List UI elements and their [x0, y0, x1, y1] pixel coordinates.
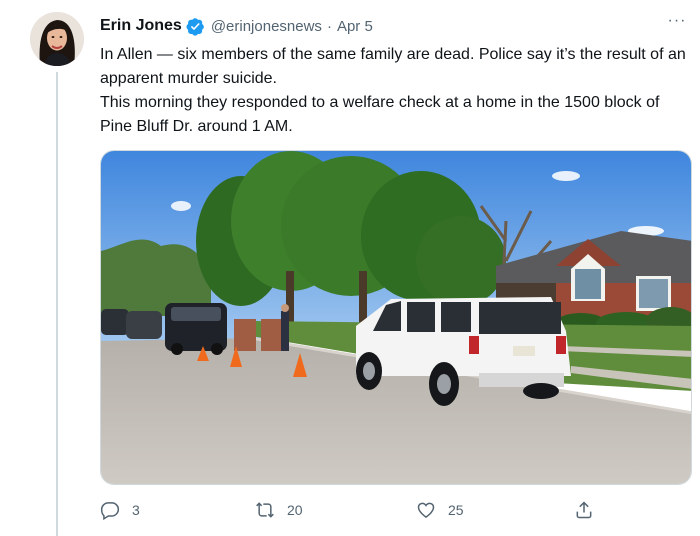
- verified-badge-icon: [186, 17, 204, 36]
- handle[interactable]: @erinjonesnews: [211, 18, 322, 35]
- heart-icon: [417, 502, 435, 518]
- tweet-text-line-2: This morning they responded to a welfare…: [100, 94, 660, 135]
- retweet-button[interactable]: 20: [255, 497, 303, 523]
- tweet-header: Erin Jones @erinjonesnews · Apr 5: [100, 14, 373, 38]
- avatar-image: [30, 12, 84, 66]
- like-button[interactable]: 25: [416, 497, 464, 523]
- tweet-date[interactable]: Apr 5: [337, 18, 373, 35]
- reply-count: 3: [132, 502, 140, 518]
- tweet-text: In Allen — six members of the same famil…: [100, 43, 694, 139]
- retweet-count: 20: [287, 502, 303, 518]
- avatar[interactable]: [30, 12, 84, 66]
- street-scene-image: [101, 151, 691, 484]
- like-count: 25: [448, 502, 464, 518]
- share-button[interactable]: [574, 497, 606, 523]
- tweet[interactable]: Erin Jones @erinjonesnews · Apr 5 ··· In…: [0, 0, 700, 536]
- thread-line: [56, 72, 58, 536]
- share-icon: [576, 501, 592, 519]
- tweet-text-line-1: In Allen — six members of the same famil…: [100, 46, 686, 87]
- display-name[interactable]: Erin Jones: [100, 17, 182, 35]
- tweet-photo[interactable]: [100, 150, 692, 485]
- reply-icon: [100, 502, 120, 520]
- retweet-icon: [256, 502, 274, 518]
- reply-button[interactable]: 3: [100, 497, 140, 523]
- tweet-actions: 3 20 25: [100, 497, 694, 525]
- more-options-icon[interactable]: ···: [666, 12, 688, 34]
- separator-dot: ·: [326, 17, 332, 35]
